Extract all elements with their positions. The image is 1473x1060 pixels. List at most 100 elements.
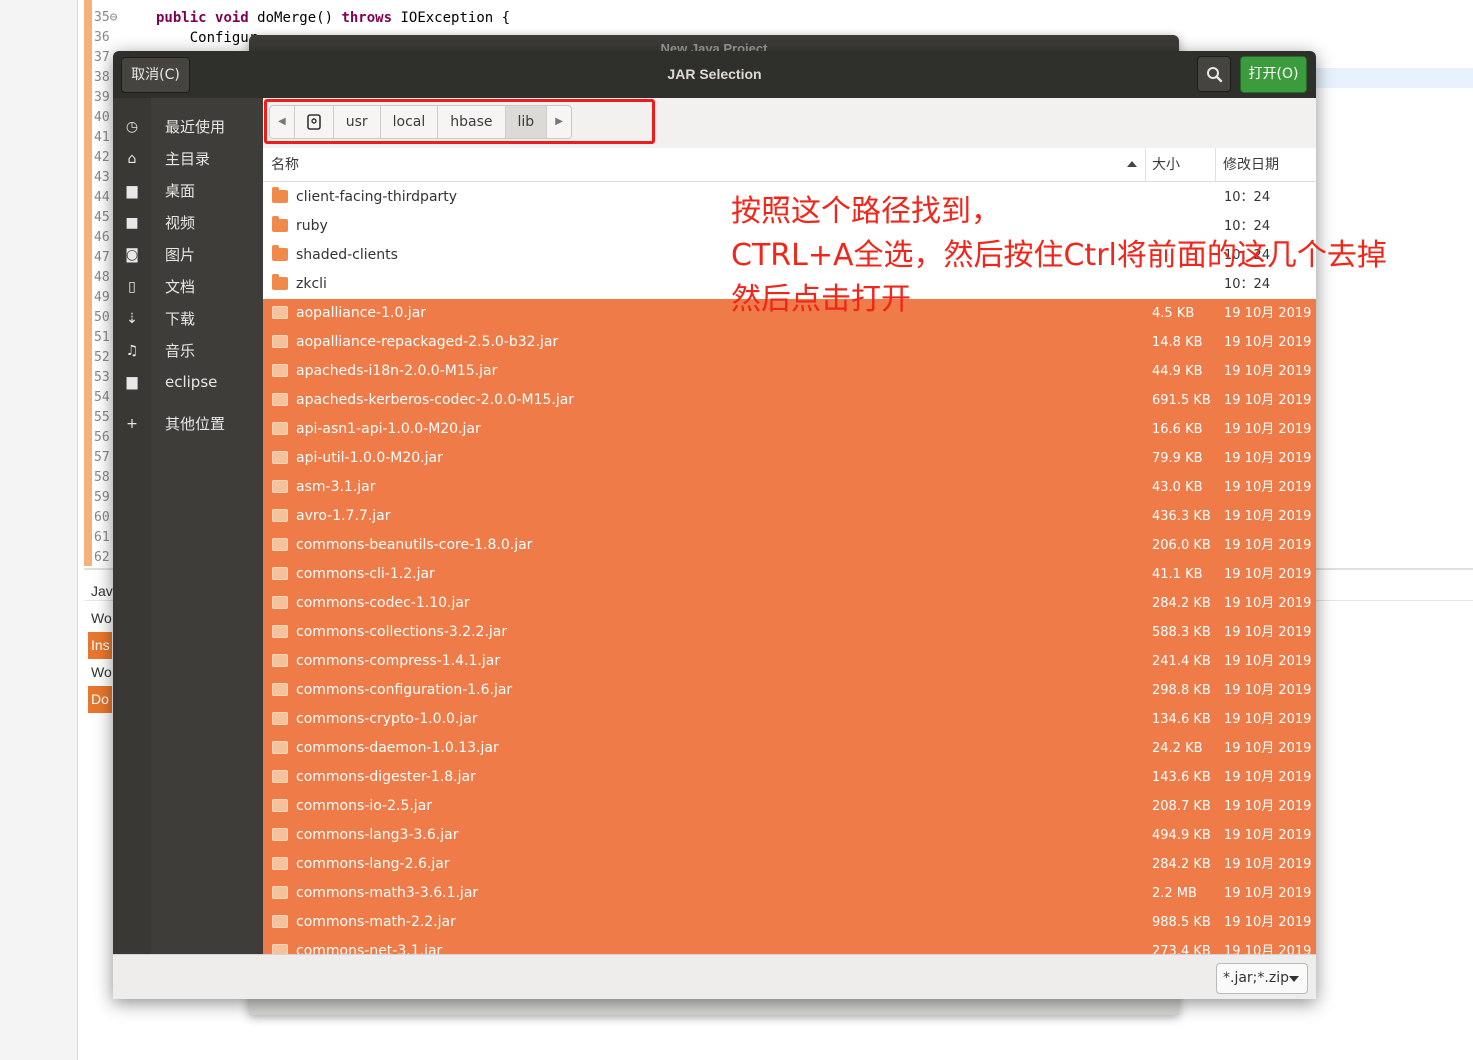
dialog-title: JAR Selection	[667, 66, 762, 82]
file-name: commons-configuration-1.6.jar	[296, 682, 513, 698]
file-name: avro-1.7.7.jar	[296, 508, 391, 524]
panel-item: Do	[88, 686, 112, 713]
dialog-footer: *.jar;*.zip	[113, 954, 1316, 999]
document-icon: ▯	[128, 279, 136, 295]
file-date: 19 10月 2019	[1224, 451, 1312, 466]
file-row[interactable]: commons-net-3.1.jar 273.4 KB 19 10月 2019	[263, 937, 1316, 954]
cancel-button[interactable]: 取消(C)	[121, 57, 190, 93]
places-sidebar: ◷ 最近使用 ⌂ 主目录 ▆ 桌面 ■ 视频 ◙ 图片 ▯ 文档 ⇣ 下载 ♫ 音乐 ▆ eclipse + 其他位置	[113, 98, 263, 954]
breadcrumb-item[interactable]: local	[381, 106, 439, 138]
archive-icon	[272, 364, 288, 377]
folder-icon: ▆	[126, 183, 138, 199]
sidebar-item[interactable]: ◙ 图片	[113, 240, 263, 270]
annotation-text: 按照这个路径找到， CTRL+A全选，然后按住Ctrl将前面的这几个去掉 然后点…	[731, 190, 1387, 322]
search-icon	[1207, 67, 1223, 83]
filter-value: *.jar;*.zip	[1223, 970, 1289, 986]
line-number: 41	[94, 130, 110, 145]
line-number: 47	[94, 250, 110, 265]
file-size: 14.8 KB	[1152, 335, 1203, 350]
file-row[interactable]: commons-math3-3.6.1.jar 2.2 MB 19 10月 2019	[263, 879, 1316, 908]
file-row[interactable]: avro-1.7.7.jar 436.3 KB 19 10月 2019	[263, 502, 1316, 531]
file-row[interactable]: commons-crypto-1.0.0.jar 134.6 KB 19 10月 2…	[263, 705, 1316, 734]
file-row[interactable]: commons-collections-3.2.2.jar 588.3 KB 19 …	[263, 618, 1316, 647]
file-name: api-util-1.0.0-M20.jar	[296, 450, 443, 466]
sidebar-item[interactable]: ◷ 最近使用	[113, 112, 263, 142]
file-row[interactable]: commons-math-2.2.jar 988.5 KB 19 10月 2019	[263, 908, 1316, 937]
open-button[interactable]: 打开(O)	[1240, 56, 1307, 93]
video-icon: ■	[125, 215, 139, 231]
breadcrumb-item[interactable]: hbase	[438, 106, 506, 138]
file-row[interactable]: api-asn1-api-1.0.0-M20.jar 16.6 KB 19 10月 …	[263, 415, 1316, 444]
file-row[interactable]: commons-lang-2.6.jar 284.2 KB 19 10月 2019	[263, 850, 1316, 879]
current-line-highlight	[1316, 68, 1473, 88]
breadcrumb-item[interactable]: usr	[334, 106, 381, 138]
file-date: 19 10月 2019	[1224, 422, 1312, 437]
sidebar-item[interactable]: ♫ 音乐	[113, 336, 263, 366]
archive-icon	[272, 654, 288, 667]
file-date: 19 10月 2019	[1224, 915, 1312, 930]
archive-icon	[272, 683, 288, 696]
file-row[interactable]: commons-compress-1.4.1.jar 241.4 KB 19 10月…	[263, 647, 1316, 676]
file-name: apacheds-i18n-2.0.0-M15.jar	[296, 363, 498, 379]
line-number: 39	[94, 90, 110, 105]
chevron-left-icon[interactable]: ◀	[270, 106, 295, 138]
dialog-header: JAR Selection 取消(C) 打开(O)	[113, 51, 1316, 98]
file-date: 19 10月 2019	[1224, 799, 1312, 814]
file-name: client-facing-thirdparty	[296, 189, 458, 205]
file-row[interactable]: aopalliance-repackaged-2.5.0-b32.jar 14.8…	[263, 328, 1316, 357]
file-size: 273.4 KB	[1152, 944, 1211, 954]
archive-icon	[272, 886, 288, 899]
breadcrumb-item[interactable]: lib	[505, 106, 548, 138]
column-date-header[interactable]: 修改日期	[1223, 148, 1279, 182]
column-size-header[interactable]: 大小	[1152, 148, 1180, 182]
folder-icon	[272, 216, 288, 232]
sidebar-item[interactable]: ▯ 文档	[113, 272, 263, 302]
sidebar-item[interactable]: ▆ 桌面	[113, 176, 263, 206]
file-row[interactable]: commons-io-2.5.jar 208.7 KB 19 10月 2019	[263, 792, 1316, 821]
file-size: 494.9 KB	[1152, 828, 1211, 843]
sidebar-item[interactable]: ⌂ 主目录	[113, 144, 263, 174]
camera-icon: ◙	[125, 247, 139, 263]
file-row[interactable]: commons-lang3-3.6.jar 494.9 KB 19 10月 2019	[263, 821, 1316, 850]
file-row[interactable]: commons-daemon-1.0.13.jar 24.2 KB 19 10月 2…	[263, 734, 1316, 763]
sort-ascending-icon	[1127, 161, 1137, 167]
archive-icon	[272, 509, 288, 522]
file-name: commons-lang-2.6.jar	[296, 856, 450, 872]
file-type-filter[interactable]: *.jar;*.zip	[1216, 963, 1308, 994]
file-size: 436.3 KB	[1152, 509, 1211, 524]
search-button[interactable]	[1197, 56, 1231, 92]
archive-icon	[272, 944, 288, 954]
column-divider[interactable]	[1215, 148, 1216, 182]
file-row[interactable]: apacheds-i18n-2.0.0-M15.jar 44.9 KB 19 10月…	[263, 357, 1316, 386]
file-row[interactable]: asm-3.1.jar 43.0 KB 19 10月 2019	[263, 473, 1316, 502]
file-row[interactable]: api-util-1.0.0-M20.jar 79.9 KB 19 10月 2019	[263, 444, 1316, 473]
breadcrumb: ◀ usr local hbase lib ▶	[269, 105, 572, 139]
file-name: commons-cli-1.2.jar	[296, 566, 435, 582]
column-name-header[interactable]: 名称	[271, 148, 299, 182]
file-name: commons-codec-1.10.jar	[296, 595, 470, 611]
file-size: 2.2 MB	[1152, 886, 1197, 901]
file-row[interactable]: commons-beanutils-core-1.8.0.jar 206.0 KB…	[263, 531, 1316, 560]
archive-icon	[272, 799, 288, 812]
sidebar-item[interactable]: + 其他位置	[113, 409, 263, 439]
file-row[interactable]: commons-codec-1.10.jar 284.2 KB 19 10月 201…	[263, 589, 1316, 618]
sidebar-item[interactable]: ▆ eclipse	[113, 367, 263, 397]
chevron-right-icon[interactable]: ▶	[547, 106, 571, 138]
breadcrumb-root[interactable]	[295, 106, 334, 138]
file-row[interactable]: apacheds-kerberos-codec-2.0.0-M15.jar 691…	[263, 386, 1316, 415]
column-divider[interactable]	[1145, 148, 1146, 182]
sidebar-item-label: 下载	[165, 310, 196, 328]
file-size: 134.6 KB	[1152, 712, 1211, 727]
file-row[interactable]: commons-configuration-1.6.jar 298.8 KB 19 …	[263, 676, 1316, 705]
file-name: shaded-clients	[296, 247, 398, 263]
file-size: 588.3 KB	[1152, 625, 1211, 640]
file-row[interactable]: commons-cli-1.2.jar 41.1 KB 19 10月 2019	[263, 560, 1316, 589]
file-size: 16.6 KB	[1152, 422, 1203, 437]
drive-icon	[306, 114, 321, 130]
file-size: 43.0 KB	[1152, 480, 1203, 495]
archive-icon	[272, 770, 288, 783]
file-row[interactable]: commons-digester-1.8.jar 143.6 KB 19 10月 2…	[263, 763, 1316, 792]
archive-icon	[272, 915, 288, 928]
sidebar-item[interactable]: ■ 视频	[113, 208, 263, 238]
sidebar-item[interactable]: ⇣ 下载	[113, 304, 263, 334]
